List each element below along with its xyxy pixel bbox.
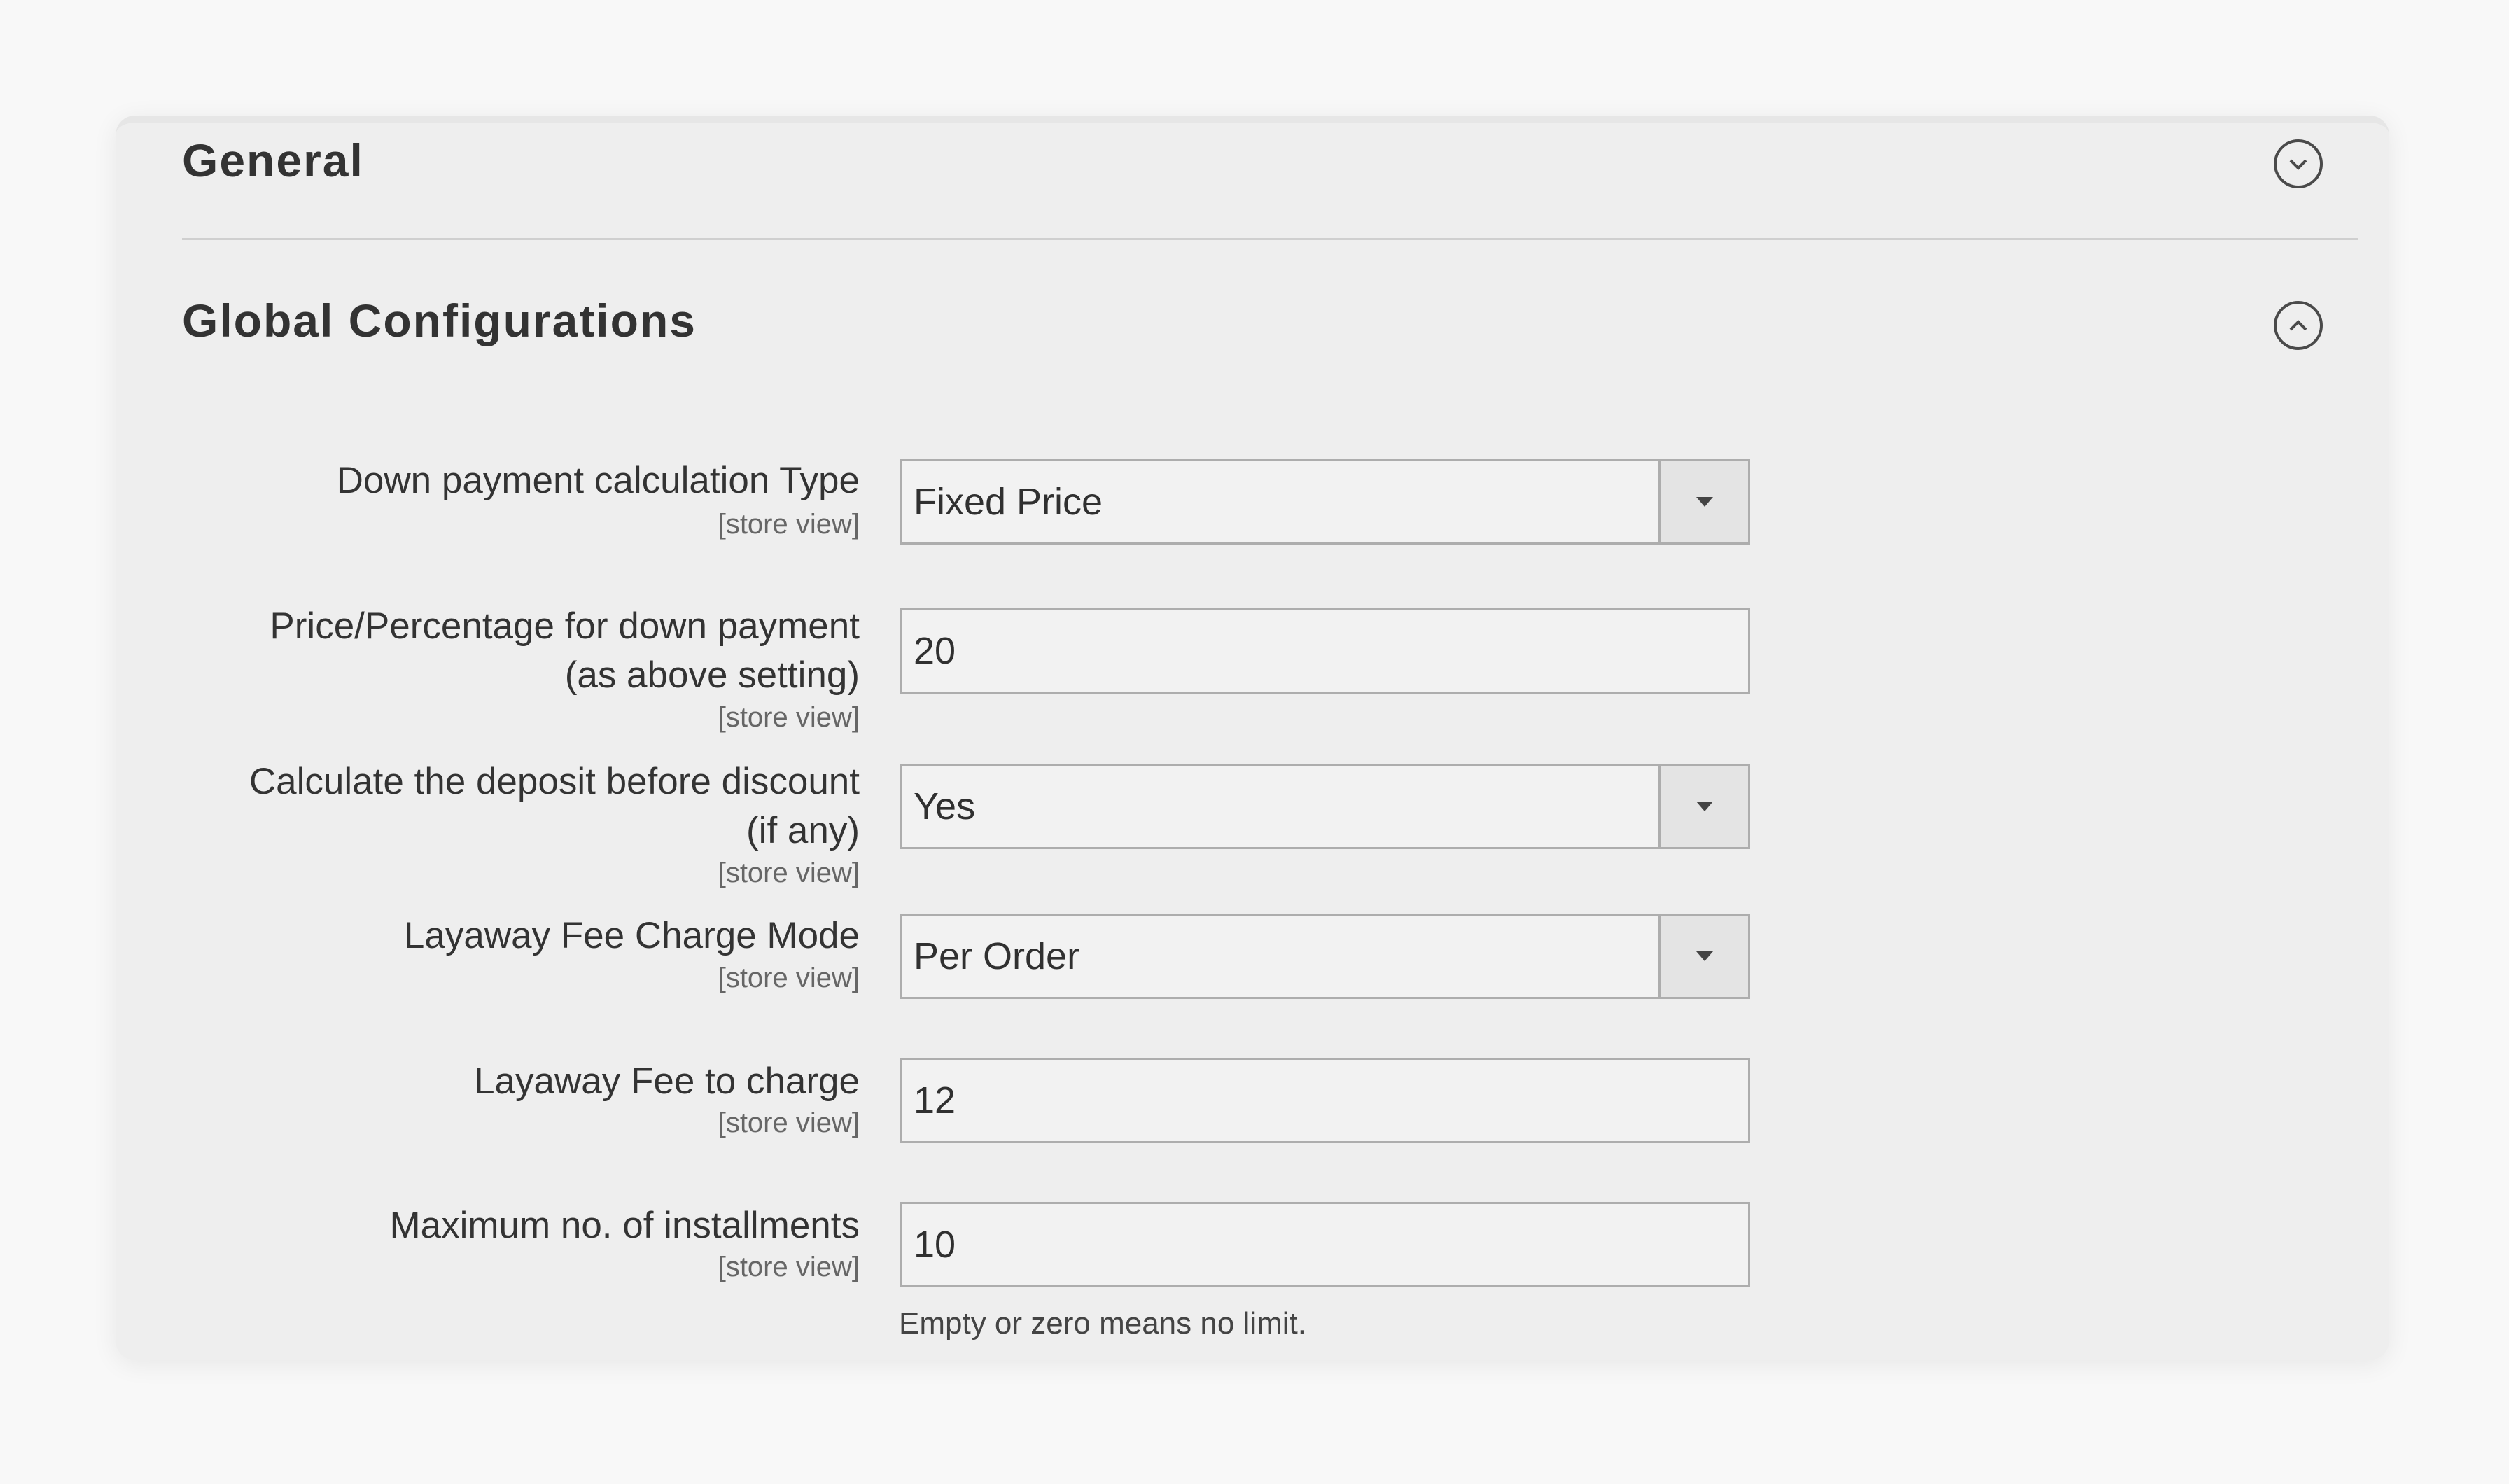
chevron-down-circle-icon[interactable] — [2274, 139, 2323, 188]
deposit-before-discount-select[interactable]: Yes — [900, 764, 1750, 849]
select-value: Yes — [914, 785, 976, 827]
field-label-deposit-before-discount: Calculate the deposit before discount (i… — [249, 757, 860, 855]
field-label-down-payment-type: Down payment calculation Type — [336, 460, 860, 501]
scope-label: [store view] — [718, 962, 860, 993]
scope-label: [store view] — [718, 509, 860, 540]
section-title-global-configurations[interactable]: Global Configurations — [182, 298, 697, 344]
scope-label: [store view] — [718, 858, 860, 888]
label-line: Price/Percentage for down payment — [270, 606, 860, 647]
chevron-up-circle-icon[interactable] — [2274, 301, 2323, 350]
scope-label: [store view] — [718, 1107, 860, 1138]
label-line: (as above setting) — [564, 654, 860, 696]
price-percentage-input[interactable]: 20 — [900, 608, 1750, 694]
input-value: 12 — [914, 1079, 956, 1121]
max-installments-input[interactable]: 10 — [900, 1202, 1750, 1287]
section-title-general[interactable]: General — [182, 137, 364, 183]
label-line: (if any) — [746, 810, 860, 851]
fee-to-charge-input[interactable]: 12 — [900, 1058, 1750, 1143]
dropdown-arrow-icon[interactable] — [1658, 766, 1748, 847]
dropdown-arrow-icon[interactable] — [1658, 916, 1748, 997]
label-line: Calculate the deposit before discount — [249, 761, 860, 802]
down-payment-type-select[interactable]: Fixed Price — [900, 459, 1750, 545]
dropdown-arrow-icon[interactable] — [1658, 461, 1748, 542]
scope-label: [store view] — [718, 1252, 860, 1282]
input-value: 20 — [914, 630, 956, 672]
field-label-fee-charge-mode: Layaway Fee Charge Mode — [403, 915, 860, 956]
field-label-price-percentage: Price/Percentage for down payment (as ab… — [270, 602, 860, 700]
input-value: 10 — [914, 1224, 956, 1266]
scope-label: [store view] — [718, 702, 860, 733]
fee-charge-mode-select[interactable]: Per Order — [900, 913, 1750, 999]
field-label-max-installments: Maximum no. of installments — [389, 1205, 860, 1246]
select-value: Fixed Price — [914, 481, 1103, 523]
select-value: Per Order — [914, 935, 1080, 977]
field-note: Empty or zero means no limit. — [899, 1306, 1306, 1340]
field-label-fee-to-charge: Layaway Fee to charge — [474, 1060, 860, 1102]
section-divider — [182, 238, 2358, 240]
